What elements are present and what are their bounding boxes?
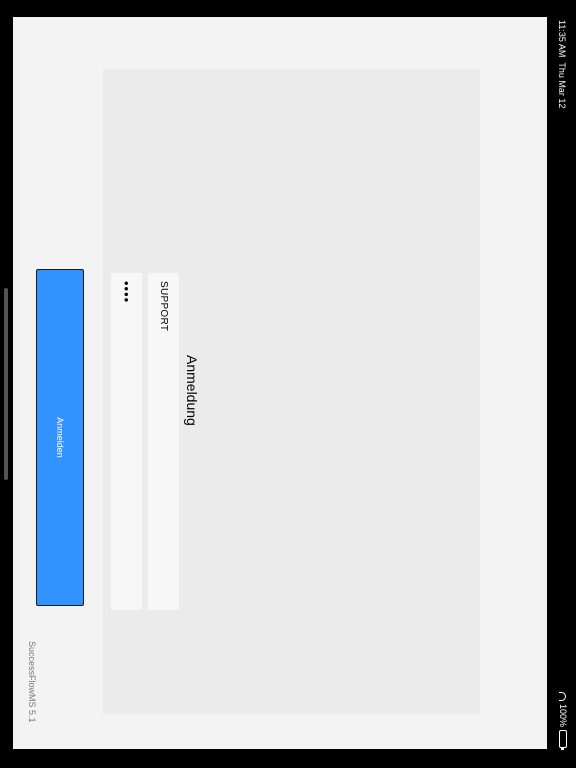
battery-percent: 100% (558, 703, 568, 727)
login-title: Anmeldung (184, 355, 200, 426)
status-time-date: 11:35 AM Thu Mar 12 (557, 20, 567, 108)
status-time: 11:35 AM (557, 20, 567, 58)
status-bar: 11:35 AM Thu Mar 12 100% (548, 0, 576, 768)
wifi-icon (559, 691, 567, 701)
password-field[interactable] (111, 273, 142, 610)
version-label: SuccessFlowMS 5.1 (27, 641, 37, 723)
app-window: Anmeldung Anmelden SuccessFlowMS 5.1 (13, 17, 547, 749)
login-panel: Anmeldung Anmelden (36, 69, 480, 714)
battery-icon (559, 730, 567, 748)
status-indicators: 100% (558, 691, 568, 748)
home-indicator[interactable] (4, 288, 8, 480)
status-date: Thu Mar 12 (557, 62, 567, 109)
login-button[interactable]: Anmelden (36, 269, 84, 606)
username-field[interactable] (148, 273, 179, 610)
